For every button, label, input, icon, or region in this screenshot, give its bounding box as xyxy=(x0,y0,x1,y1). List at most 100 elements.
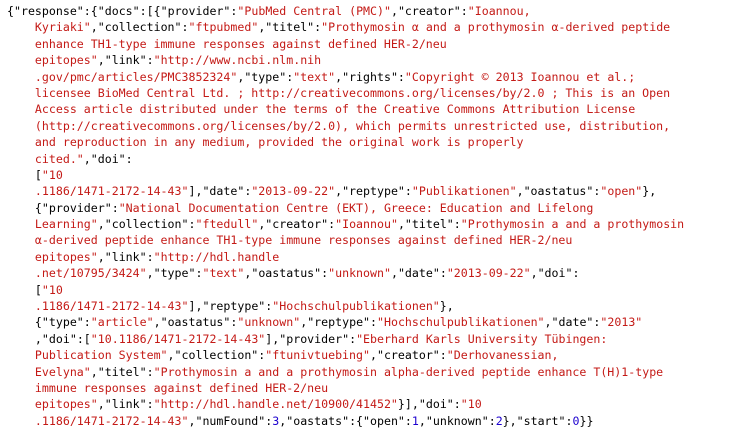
json-punctuation: , xyxy=(90,20,98,35)
json-line: immune responses against defined HER-2/n… xyxy=(7,380,731,396)
json-key: "reptype" xyxy=(342,184,405,199)
json-punctuation: }, xyxy=(439,299,454,314)
json-key: "provider" xyxy=(160,4,231,18)
json-punctuation: , xyxy=(516,184,524,199)
json-key: "response" xyxy=(13,4,84,18)
json-punctuation: , xyxy=(97,397,105,412)
json-string: immune responses against defined HER-2/n… xyxy=(7,380,329,395)
json-punctuation: , xyxy=(90,364,98,379)
json-string: .gov/pmc/articles/PMC3852324" xyxy=(7,69,238,84)
json-line: Learning","collection":"ftedull","creato… xyxy=(7,216,731,232)
json-line: cited.","doi": xyxy=(7,151,731,167)
json-key: "titel" xyxy=(97,364,147,379)
json-punctuation: : xyxy=(181,20,189,35)
json-punctuation: ], xyxy=(188,184,203,199)
json-string: "10.1186/1471-2172-14-43" xyxy=(90,331,266,346)
json-line: .gov/pmc/articles/PMC3852324","type":"te… xyxy=(7,69,731,85)
json-line: .net/10795/3424","type":"text","oastatus… xyxy=(7,265,731,281)
json-key: "date" xyxy=(551,315,594,330)
json-string: "article" xyxy=(90,315,154,330)
json-key: "open" xyxy=(363,413,405,428)
json-punctuation: [ xyxy=(7,167,42,182)
json-string: Kyriaki" xyxy=(7,20,91,35)
json-punctuation: : xyxy=(488,413,496,428)
json-key: "date" xyxy=(202,184,245,199)
json-line: epitopes","link": "http://hdl.handle.net/… xyxy=(7,396,731,412)
json-string: "10 xyxy=(41,282,63,297)
json-line: ["10 xyxy=(7,167,731,183)
json-string: "10 xyxy=(460,397,482,412)
json-punctuation: , xyxy=(97,217,105,232)
json-string: "2013-09-22" xyxy=(251,184,336,199)
json-key: "collection" xyxy=(104,217,189,232)
json-line: epitopes","link":"http://hdl.handle xyxy=(7,249,731,265)
json-string: licensee BioMed Central Ltd. ; http://cr… xyxy=(7,85,671,100)
json-string: "Prothymosin α and a prothymosin α-deriv… xyxy=(321,20,671,35)
json-key: "doi" xyxy=(537,266,573,281)
json-string: "open" xyxy=(600,184,643,199)
json-string: "text" xyxy=(293,69,336,84)
json-key: "link" xyxy=(104,53,147,68)
json-punctuation: [ xyxy=(7,282,42,297)
json-string: (http://creativecommons.org/licenses/by/… xyxy=(7,118,671,133)
json-punctuation: : xyxy=(565,413,573,428)
json-string: "PubMed Central (PMC)" xyxy=(237,4,391,18)
json-punctuation: : xyxy=(572,266,580,281)
json-string: "http://hdl.handle.net/10900/41452" xyxy=(153,397,398,412)
json-number: 2 xyxy=(495,413,503,428)
json-string: "Publikationen" xyxy=(411,184,517,199)
json-punctuation: { xyxy=(7,200,42,215)
json-key: "creator" xyxy=(265,217,329,232)
json-string: "2013" xyxy=(600,315,643,330)
json-line: Evelyna","titel":"Prothymosin a and a pr… xyxy=(7,364,731,380)
json-punctuation: : xyxy=(83,315,91,330)
json-key: "collection" xyxy=(97,20,182,35)
json-string: "ftpubmed" xyxy=(188,20,259,35)
json-string: epitopes" xyxy=(7,249,98,264)
json-key: "oastatus" xyxy=(160,315,231,330)
json-string: "unknown" xyxy=(237,315,301,330)
json-string: .1186/1471-2172-14-43" xyxy=(7,413,189,428)
json-punctuation: , xyxy=(83,151,91,166)
json-string: "Eberhard Karls University Tübingen: xyxy=(356,331,608,346)
json-key: "type" xyxy=(153,266,196,281)
json-key: "doi" xyxy=(90,151,126,166)
json-string: "Prothymosin a and a prothymosin alpha-d… xyxy=(153,364,664,379)
json-punctuation: , xyxy=(390,266,398,281)
json-punctuation: : xyxy=(453,217,461,232)
json-string: "2013-09-22" xyxy=(446,266,531,281)
json-string: "10 xyxy=(41,167,63,182)
json-line: (http://creativecommons.org/licenses/by/… xyxy=(7,118,731,134)
json-key: "unknown" xyxy=(425,413,489,428)
json-key: "start" xyxy=(516,413,566,428)
json-punctuation: : xyxy=(111,200,119,215)
json-punctuation: : xyxy=(146,364,154,379)
json-key: "link" xyxy=(104,397,147,412)
json-line: .1186/1471-2172-14-43","numFound":3,"oas… xyxy=(7,413,731,429)
json-string: enhance TH1-type immune responses agains… xyxy=(7,36,447,51)
json-punctuation: : xyxy=(453,397,461,412)
json-key: "oastatus" xyxy=(523,184,594,199)
json-string: epitopes" xyxy=(7,397,98,412)
json-key: "docs" xyxy=(97,4,140,18)
json-punctuation: : xyxy=(125,151,133,166)
json-string: Publication System" xyxy=(7,348,168,363)
json-punctuation: , xyxy=(530,266,538,281)
json-punctuation: , xyxy=(544,315,552,330)
json-line: ["10 xyxy=(7,282,731,298)
json-punctuation: , xyxy=(167,348,175,363)
json-punctuation: }, xyxy=(502,413,517,428)
json-punctuation: : xyxy=(404,184,412,199)
json-punctuation: : xyxy=(146,53,154,68)
json-string: .1186/1471-2172-14-43" xyxy=(7,299,189,314)
json-string: .net/10795/3424" xyxy=(7,266,147,281)
json-punctuation: :[{ xyxy=(139,4,161,18)
json-line: {"provider":"National Documentation Cent… xyxy=(7,200,731,216)
json-string: cited." xyxy=(7,151,84,166)
json-punctuation: : xyxy=(370,315,378,330)
json-string: "http://hdl.handle xyxy=(153,249,280,264)
json-punctuation: }} xyxy=(579,413,594,428)
json-key: "doi" xyxy=(41,331,77,346)
json-number: 1 xyxy=(411,413,419,428)
json-key: "titel" xyxy=(265,20,315,35)
